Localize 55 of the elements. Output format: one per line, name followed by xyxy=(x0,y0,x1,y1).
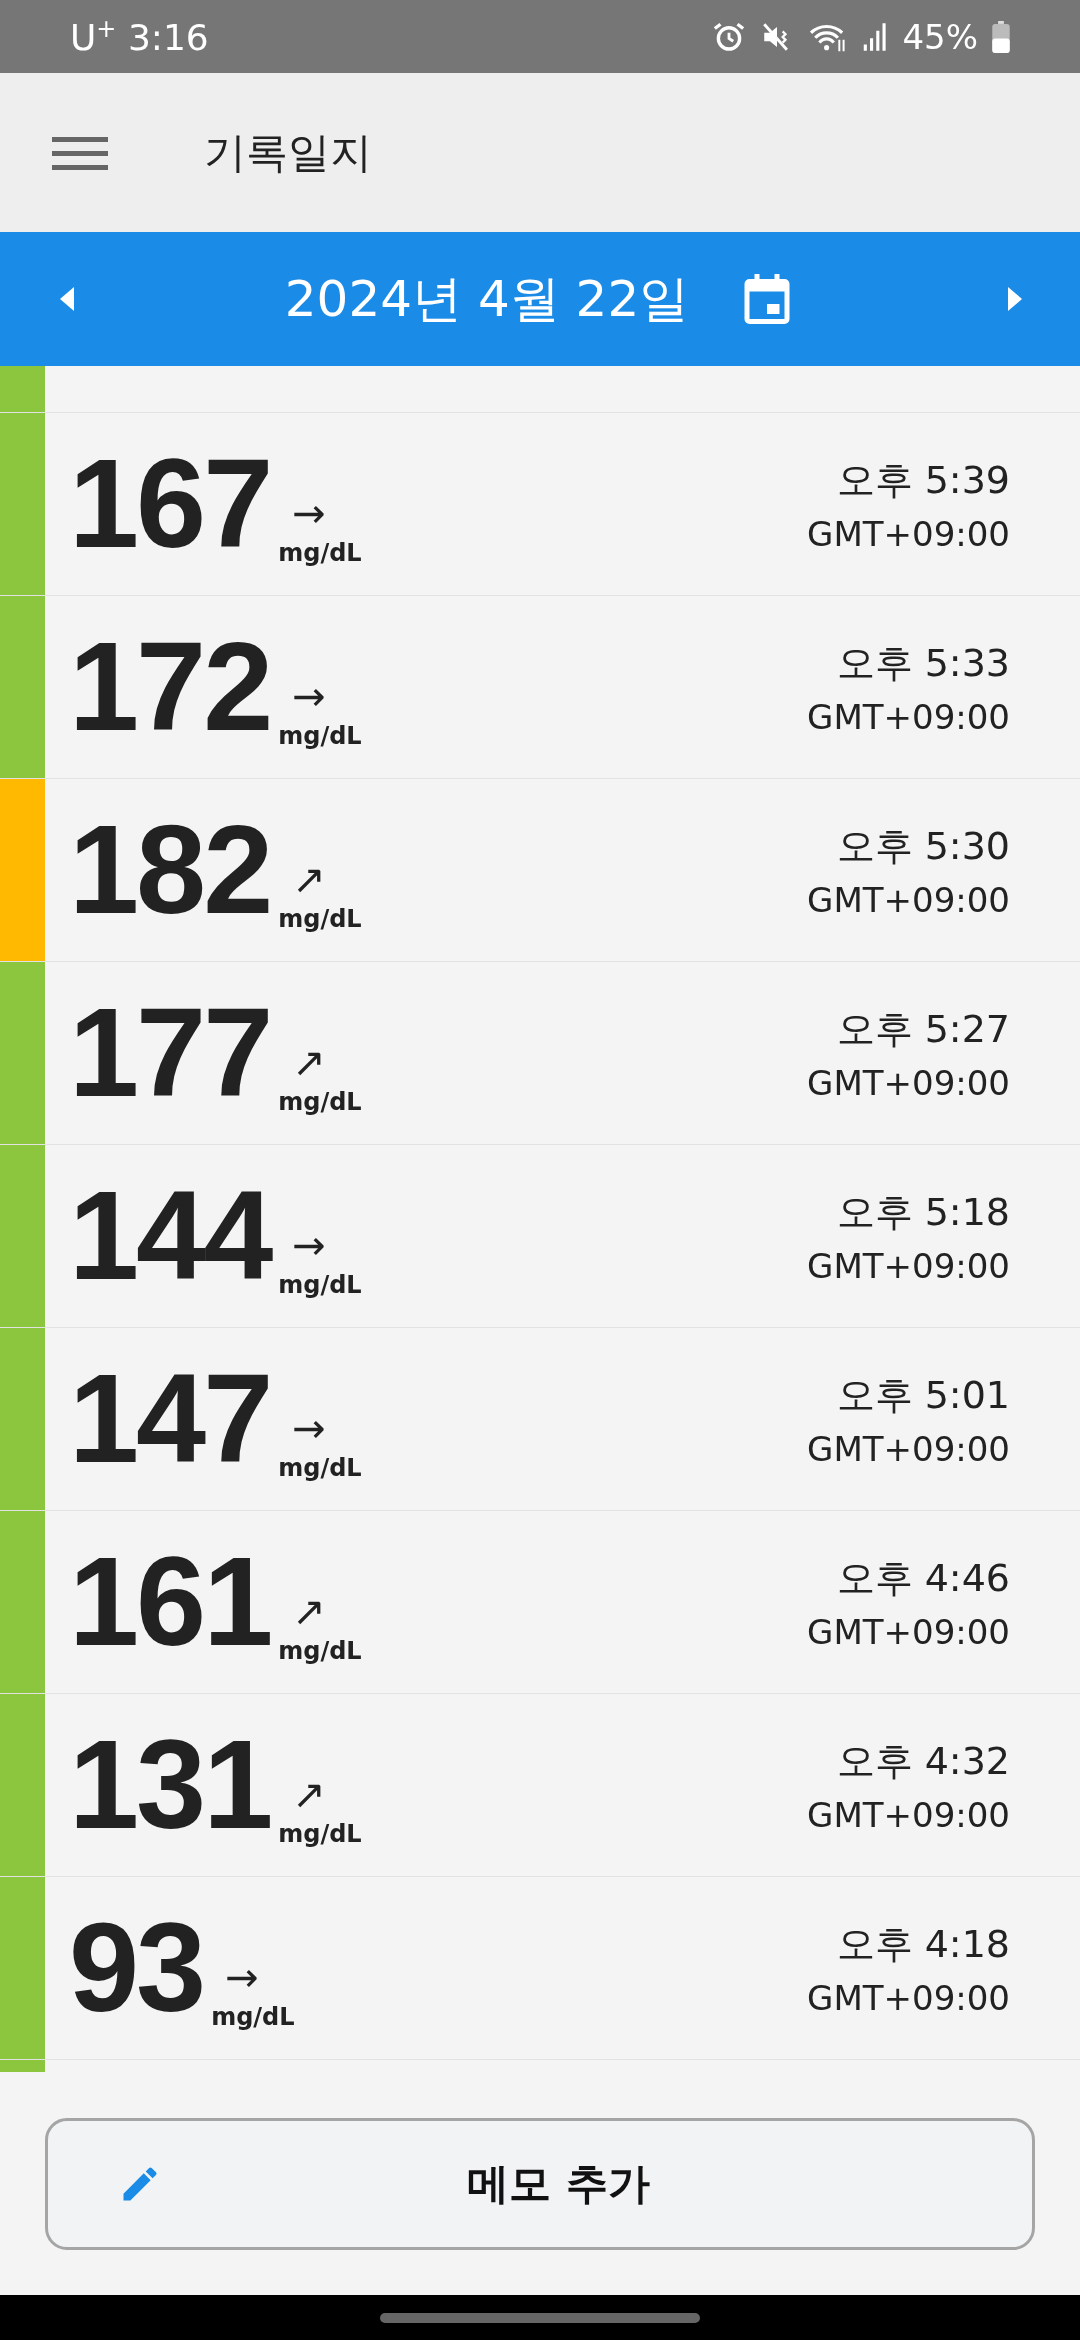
reading-time: 오후 4:46 xyxy=(836,1554,1010,1602)
trend-arrow: → xyxy=(292,1408,326,1448)
time-zone: GMT+09:00 xyxy=(807,696,1010,737)
glucose-value: 147 xyxy=(69,1356,271,1482)
glucose-value: 93 xyxy=(69,1905,204,2031)
trend-arrow: → xyxy=(292,676,326,716)
trend-arrow: ↗ xyxy=(292,859,326,899)
reading-time: 오후 5:18 xyxy=(836,1188,1010,1236)
unit-label: mg/dL xyxy=(278,1637,362,1665)
reading-time: 오후 5:27 xyxy=(836,1005,1010,1053)
glucose-value: 167 xyxy=(69,441,271,567)
trend-arrow: ↗ xyxy=(292,1591,326,1631)
battery-icon xyxy=(992,20,1010,53)
trend-arrow: ↗ xyxy=(292,1042,326,1082)
previous-day-icon[interactable] xyxy=(58,285,76,313)
next-day-icon[interactable] xyxy=(1006,285,1024,313)
unit-label: mg/dL xyxy=(278,905,362,933)
signal-icon xyxy=(862,21,889,52)
unit-label: mg/dL xyxy=(278,539,362,567)
unit-label: mg/dL xyxy=(211,2003,295,2031)
time-zone: GMT+09:00 xyxy=(807,1977,1010,2018)
add-memo-button[interactable]: 메모 추가 xyxy=(45,2117,1035,2250)
time-zone: GMT+09:00 xyxy=(807,1611,1010,1652)
time-zone: GMT+09:00 xyxy=(807,1428,1010,1469)
unit-label: mg/dL xyxy=(278,1271,362,1299)
trend-arrow: → xyxy=(292,493,326,533)
status-time: U$^{+}$ 3:16 xyxy=(70,15,209,58)
reading-time: 오후 5:33 xyxy=(836,639,1010,687)
reading-time: 오후 4:32 xyxy=(836,1737,1010,1785)
unit-label: mg/dL xyxy=(278,1454,362,1482)
glucose-value: 161 xyxy=(69,1539,271,1665)
unit-label: mg/dL xyxy=(278,722,362,750)
time-zone: GMT+09:00 xyxy=(807,1062,1010,1103)
reading-time: 오후 5:39 xyxy=(836,456,1010,504)
battery-percent: 45% xyxy=(902,16,978,57)
glucose-value: 144 xyxy=(69,1173,271,1299)
time-zone: GMT+09:00 xyxy=(807,1245,1010,1286)
time-zone: GMT+09:00 xyxy=(807,513,1010,554)
trend-arrow: → xyxy=(225,1957,259,1997)
time-zone: GMT+09:00 xyxy=(807,879,1010,920)
screen-title: 기록일지 xyxy=(204,126,372,179)
time-zone: GMT+09:00 xyxy=(807,1794,1010,1835)
home-indicator[interactable] xyxy=(380,2312,700,2323)
trend-arrow: → xyxy=(292,1225,326,1265)
reading-time: 오후 5:30 xyxy=(836,822,1010,870)
glucose-value: 131 xyxy=(69,1722,271,1848)
reading-time: 오후 5:01 xyxy=(836,1371,1010,1419)
glucose-value: 172 xyxy=(69,624,271,750)
unit-label: mg/dL xyxy=(278,1820,362,1848)
unit-label: mg/dL xyxy=(278,1088,362,1116)
glucose-value: 182 xyxy=(69,807,271,933)
glucose-value: 177 xyxy=(69,990,271,1116)
date-label: 2024년 4월 22일 xyxy=(284,268,690,330)
reading-time: 오후 4:18 xyxy=(836,1920,1010,1968)
trend-arrow: ↗ xyxy=(292,1774,326,1814)
